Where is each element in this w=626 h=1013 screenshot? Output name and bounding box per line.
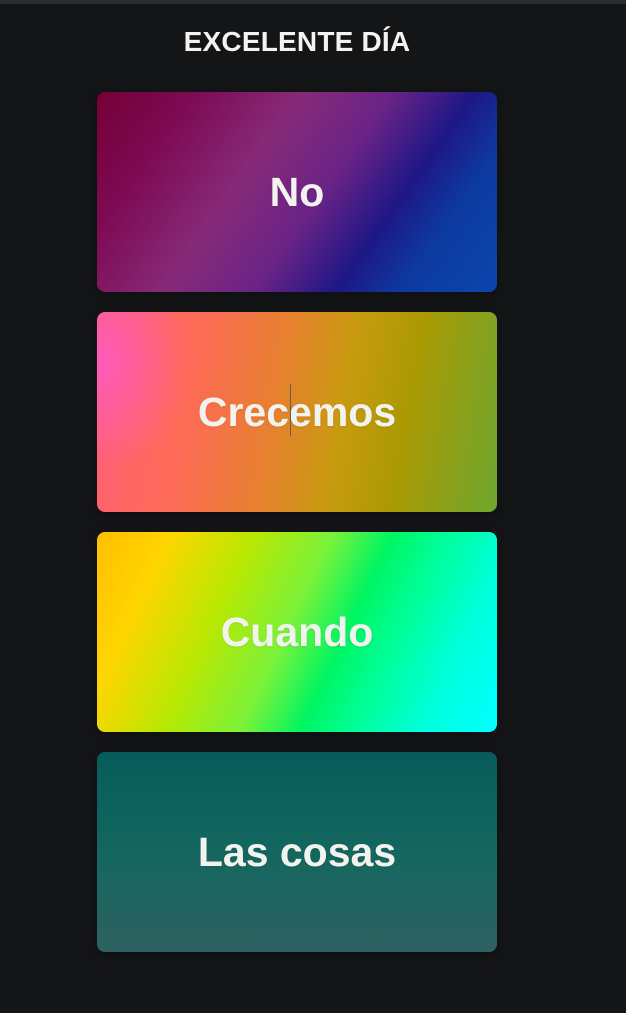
card-label: Las cosas: [197, 828, 397, 875]
card-label: Crecemos: [197, 388, 397, 435]
card-cuando[interactable]: Cuando: [97, 532, 497, 732]
card-label: Cuando: [220, 608, 374, 655]
page-title: EXCELENTE DÍA: [183, 26, 411, 57]
card-label: No: [269, 168, 325, 215]
window-top-bar: [0, 0, 626, 4]
text-cursor: [290, 384, 291, 436]
card-las-cosas[interactable]: Las cosas: [97, 752, 497, 952]
card-crecemos[interactable]: Crecemos: [97, 312, 497, 512]
card-no[interactable]: No: [97, 92, 497, 292]
